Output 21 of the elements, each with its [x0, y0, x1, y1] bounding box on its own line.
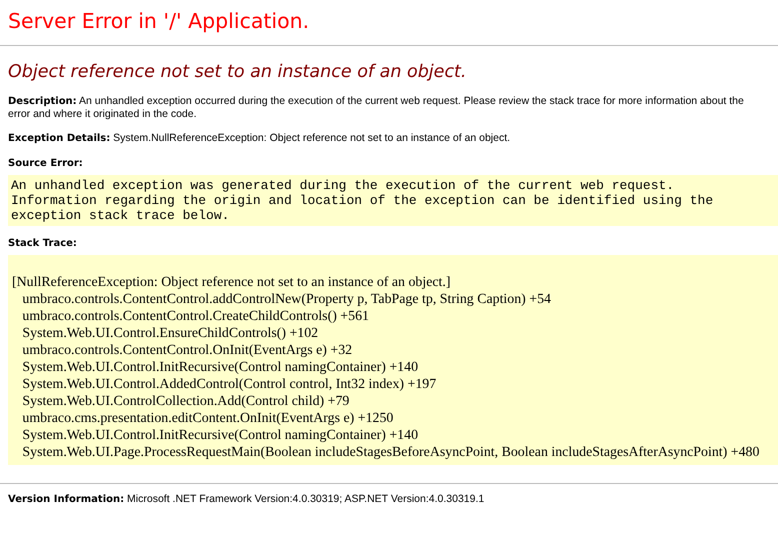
code-line: umbraco.controls.ContentControl.CreateChildControls() +561: [21, 308, 370, 325]
code-line: System.Web.UI.Control.InitRecursive(Control namingContainer) +140: [21, 427, 420, 444]
code-line: Information regarding the origin and location of the exception can be identified using the: [11, 193, 714, 208]
description-text: Description: An unhandled exception occurred during the execution of the current web request. Please review the stack trace for more information about the error and where it originated in the code.: [8, 95, 745, 120]
code-line: An unhandled exception was generated during the execution of the current web request.: [11, 178, 676, 193]
code-line: umbraco.cms.presentation.editContent.OnInit(EventArgs e) +1250: [21, 410, 394, 427]
section-heading: Source Error:: [8, 158, 84, 169]
code-line: System.Web.UI.ControlCollection.Add(Control child) +79: [21, 393, 350, 410]
exception-details-text: Exception Details: System.NullReferenceException: Object reference not set to an instance of an object.: [8, 132, 512, 145]
version-information-text: Version Information: Microsoft .NET Framework Version:4.0.30319; ASP.NET Version:4.0.30319.1: [8, 493, 486, 506]
code-line: System.Web.UI.Page.ProcessRequestMain(Boolean includeStagesBeforeAsyncPoint, Boolean includeStagesAfterAsyncPoint) +480: [21, 444, 760, 461]
section-heading: Stack Trace:: [8, 238, 78, 249]
error-message: Object reference not set to an instance of an object.: [8, 61, 468, 83]
code-line: System.Web.UI.Control.EnsureChildControls() +102: [21, 325, 320, 342]
code-line: System.Web.UI.Control.AddedControl(Control control, Int32 index) +197: [21, 376, 438, 393]
code-line: [NullReferenceException: Object reference not set to an instance of an object.]: [12, 274, 452, 291]
code-line: umbraco.controls.ContentControl.addControlNew(Property p, TabPage tp, String Caption) +54: [21, 291, 552, 308]
code-line: umbraco.controls.ContentControl.OnInit(EventArgs e) +32: [21, 342, 354, 359]
code-line: System.Web.UI.Control.InitRecursive(Control namingContainer) +140: [21, 359, 420, 376]
page-title: Server Error in '/' Application.: [8, 8, 310, 35]
code-line: exception stack trace below.: [11, 208, 230, 223]
